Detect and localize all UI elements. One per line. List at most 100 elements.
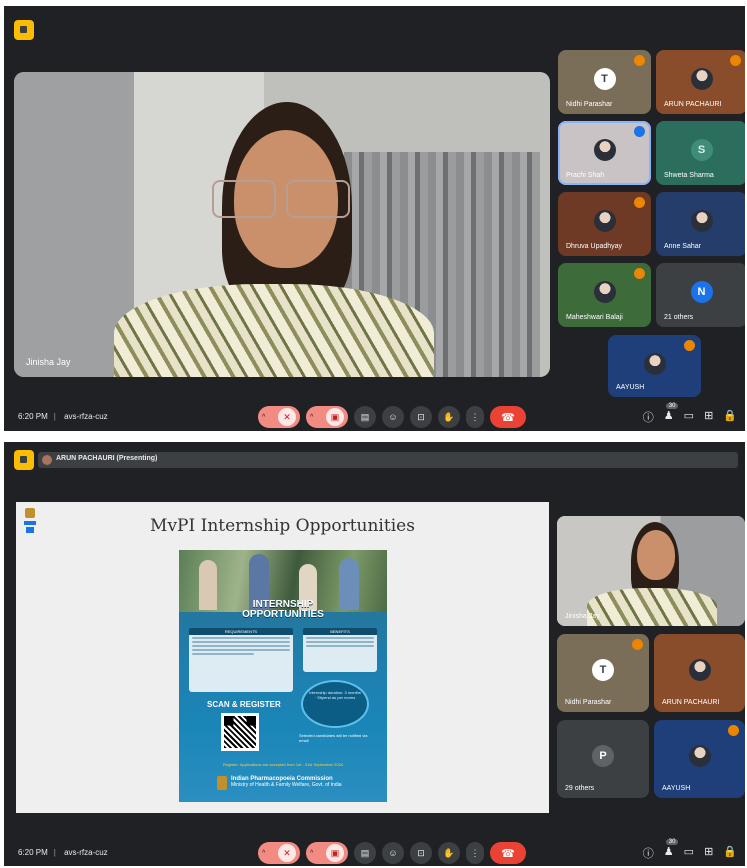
poster-heading-line2: OPPORTUNITIES — [242, 609, 324, 620]
others-tile[interactable]: N 21 others — [656, 263, 745, 327]
participant-name: AAYUSH — [616, 384, 645, 391]
scan-register-label: SCAN & REGISTER — [207, 700, 281, 709]
raise-hand-button[interactable]: ✋ — [438, 406, 460, 428]
camera-toggle-button[interactable]: ^ ▣ — [306, 842, 348, 864]
meet-window-gallery: Jinisha Jay T Nidhi Parashar ARUN PACHAUR… — [4, 6, 745, 431]
participant-avatar — [688, 658, 711, 681]
present-button[interactable]: ⊡ — [410, 842, 432, 864]
captions-icon: ▤ — [360, 411, 370, 422]
main-speaker-video — [114, 102, 434, 377]
participant-name: Nidhi Parashar — [566, 101, 613, 108]
emoji-button[interactable]: ☺ — [382, 842, 404, 864]
chat-button[interactable]: ▭ — [684, 409, 694, 425]
muted-indicator-icon — [634, 268, 645, 279]
end-call-icon: ☎ — [501, 847, 515, 860]
raise-hand-button[interactable]: ✋ — [438, 842, 460, 864]
call-controls: ^ ✕ ^ ▣ ▤ ☺ ⊡ ✋ ⋮ ☎ — [258, 842, 526, 864]
participant-tile[interactable]: ARUN PACHAURI — [654, 634, 745, 712]
participant-name: Prachi Shah — [566, 172, 605, 179]
mic-off-icon: ✕ — [278, 408, 296, 426]
participant-name: Nidhi Parashar — [565, 699, 612, 706]
participant-avatar — [690, 210, 713, 233]
present-icon: ⊡ — [417, 411, 425, 422]
captions-button[interactable]: ▤ — [354, 842, 376, 864]
emoji-button[interactable]: ☺ — [382, 406, 404, 428]
host-controls-button[interactable]: 🔒 — [723, 845, 737, 861]
activities-button[interactable]: ⊞ — [704, 845, 713, 861]
mic-toggle-button[interactable]: ^ ✕ — [258, 842, 300, 864]
requirements-box: REQUIREMENTS — [189, 628, 293, 692]
poster-heading: INTERNSHIP OPPORTUNITIES — [179, 600, 387, 620]
others-tile[interactable]: P 29 others — [557, 720, 649, 798]
poster-footer: Indian Pharmacopoeia Commission Ministry… — [217, 776, 371, 790]
participant-tile[interactable]: Anne Sahar — [656, 192, 745, 256]
participant-avatar — [690, 68, 713, 91]
participant-tile[interactable]: Dhruva Upadhyay — [558, 192, 651, 256]
chat-button[interactable]: ▭ — [684, 845, 694, 861]
people-icon: ♟ — [663, 846, 674, 858]
participant-avatar — [643, 352, 666, 375]
activities-icon: ⊞ — [704, 410, 714, 422]
activities-button[interactable]: ⊞ — [704, 409, 713, 425]
main-speaker-tile[interactable]: Jinisha Jay — [14, 72, 550, 377]
host-controls-button[interactable]: 🔒 — [723, 409, 737, 425]
camera-off-icon: ▣ — [326, 844, 344, 862]
benefits-box: BENEFITS — [303, 628, 377, 672]
emoji-icon: ☺ — [388, 848, 398, 858]
meet-logo-icon — [14, 450, 34, 470]
participant-name: Maheshwari Balaji — [566, 314, 623, 321]
meeting-info: 6:20 PM | avs-rfza-cuz — [18, 848, 108, 857]
emblem-icon — [217, 776, 227, 790]
participant-tile[interactable]: T Nidhi Parashar — [558, 50, 651, 114]
info-button[interactable]: ⓘ — [643, 845, 654, 861]
benefits-title: BENEFITS — [303, 628, 377, 635]
control-bar: 6:20 PM | avs-rfza-cuz ^ ✕ ^ ▣ ▤ ☺ ⊡ ✋ ⋮ ☎ … — [4, 403, 745, 431]
poster-deadline: Register: Applications are accepted from… — [222, 762, 344, 767]
shared-slide[interactable]: MvPI Internship Opportunities INTERNSHIP… — [16, 502, 549, 813]
participant-tile[interactable]: S Shweta Sharma — [656, 121, 745, 185]
captions-icon: ▤ — [360, 847, 370, 858]
presenter-avatar — [42, 455, 52, 465]
people-button[interactable]: 30 ♟ — [663, 839, 679, 861]
qr-code — [221, 713, 259, 751]
self-view-video — [557, 516, 745, 626]
participant-tile[interactable]: Maheshwari Balaji — [558, 263, 651, 327]
people-button[interactable]: 30 ♟ — [664, 403, 679, 425]
camera-toggle-button[interactable]: ^ ▣ — [306, 406, 348, 428]
meeting-code: avs-rfza-cuz — [64, 412, 108, 421]
participant-name: 29 others — [565, 785, 595, 792]
meet-window-presentation: ARUN PACHAURI (Presenting) MvPI Internsh… — [4, 442, 745, 866]
more-options-button[interactable]: ⋮ — [466, 842, 484, 864]
participant-avatar — [593, 281, 616, 304]
muted-indicator-icon — [634, 126, 645, 137]
present-button[interactable]: ⊡ — [410, 406, 432, 428]
meet-logo-icon — [14, 20, 34, 40]
mic-toggle-button[interactable]: ^ ✕ — [258, 406, 300, 428]
participant-tile[interactable]: ARUN PACHAURI — [656, 50, 745, 114]
participant-tile[interactable]: T Nidhi Parashar — [557, 634, 649, 712]
chat-icon: ▭ — [683, 846, 695, 858]
participant-tile[interactable]: AAYUSH — [608, 335, 701, 397]
muted-indicator-icon — [730, 55, 741, 66]
captions-button[interactable]: ▤ — [354, 406, 376, 428]
participant-name: ARUN PACHAURI — [664, 101, 722, 108]
duration-circle: Internship duration: 3 months · Stipend … — [301, 680, 369, 728]
participant-name: Jinisha Jay — [565, 613, 600, 620]
end-call-button[interactable]: ☎ — [490, 406, 526, 428]
participant-tile[interactable]: Prachi Shah — [558, 121, 651, 185]
more-options-button[interactable]: ⋮ — [466, 406, 484, 428]
participant-avatar — [593, 210, 616, 233]
raise-hand-icon: ✋ — [443, 847, 455, 858]
participant-tile[interactable]: AAYUSH — [654, 720, 745, 798]
info-button[interactable]: ⓘ — [643, 409, 654, 425]
participant-avatar: T — [593, 68, 616, 91]
end-call-button[interactable]: ☎ — [490, 842, 526, 864]
participant-avatar — [688, 744, 711, 767]
self-view-tile[interactable]: Jinisha Jay — [557, 516, 745, 626]
main-speaker-name: Jinisha Jay — [26, 357, 71, 367]
poster-footer-sub: Ministry of Health & Family Welfare, Gov… — [231, 782, 342, 788]
participant-avatar: S — [690, 139, 713, 162]
presenting-label: ARUN PACHAURI (Presenting) — [56, 455, 158, 462]
muted-indicator-icon — [634, 197, 645, 208]
call-controls: ^ ✕ ^ ▣ ▤ ☺ ⊡ ✋ ⋮ ☎ — [258, 406, 526, 428]
